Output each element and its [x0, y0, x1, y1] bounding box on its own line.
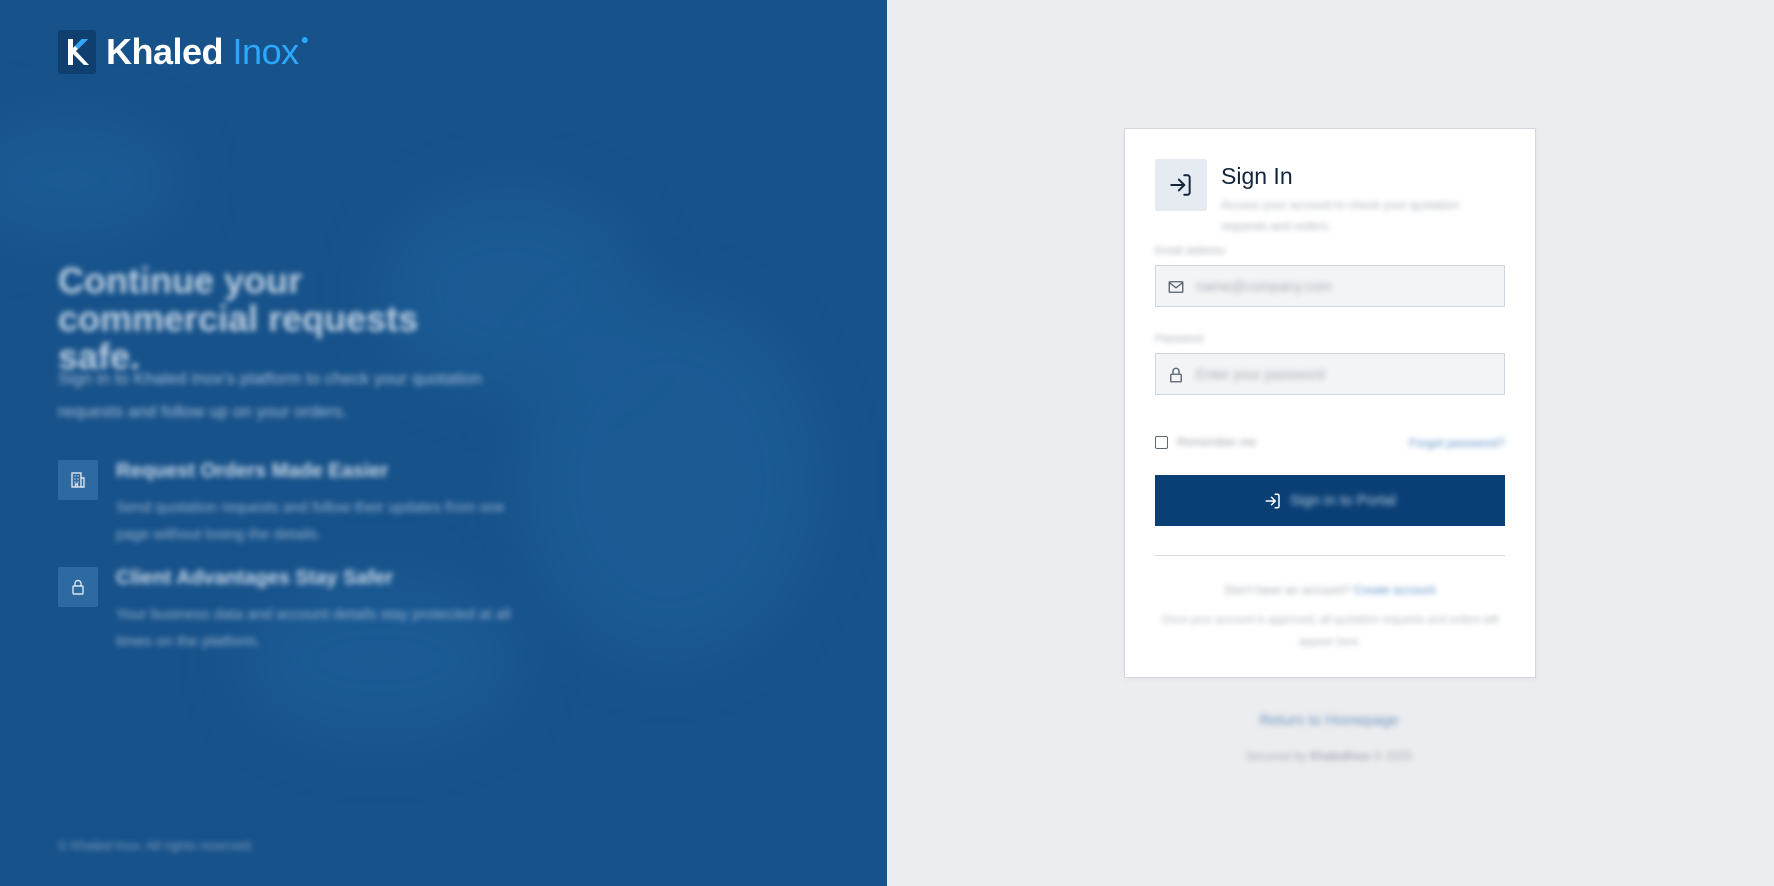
card-note: Once your account is approved, all quota… [1161, 614, 1499, 648]
create-account-link[interactable]: Create account [1354, 583, 1435, 597]
sign-in-card: Sign In Access your account to check you… [1124, 128, 1536, 678]
brand-logo[interactable]: Khaled Inox ● [58, 30, 309, 74]
no-account-label: Don't have an account? [1224, 583, 1351, 597]
brand-name-accent: Inox [232, 31, 300, 72]
remember-me[interactable]: Remember me [1155, 435, 1256, 449]
card-subtitle: Access your account to check your quotat… [1221, 198, 1460, 233]
email-label: Email address [1155, 245, 1225, 257]
copyright: © Khaled Inox. All rights reserved. [58, 838, 255, 853]
lock-icon [58, 567, 98, 607]
sign-in-icon [1264, 492, 1282, 510]
feature-description: Send quotation requests and follow their… [116, 499, 505, 543]
lock-icon [1166, 365, 1186, 385]
remember-label: Remember me [1177, 435, 1257, 449]
footer-suffix: © 2025 [1373, 749, 1413, 763]
no-account-text: Don't have an account? Create account [1125, 583, 1535, 597]
sign-in-button-label: Sign in to Portal [1290, 492, 1396, 509]
hero-headline: Continue your commercial requests safe. [58, 260, 419, 377]
password-field-wrapper [1155, 353, 1505, 395]
page-title: Sign In [1221, 163, 1293, 189]
mail-icon [1166, 277, 1186, 297]
forgot-password-link[interactable]: Forgot password? [1409, 436, 1505, 450]
footer: Secured by KhaledInox © 2025 [1124, 749, 1534, 763]
building-icon [58, 460, 98, 500]
brand-name: Khaled Inox ● [106, 31, 309, 72]
return-home-link[interactable]: Return to Homepage [1124, 712, 1534, 729]
sign-in-button[interactable]: Sign in to Portal [1155, 475, 1505, 526]
divider [1155, 555, 1505, 556]
remember-checkbox[interactable] [1155, 435, 1168, 449]
footer-brand: KhaledInox [1309, 749, 1370, 763]
feature-title: Request Orders Made Easier [116, 460, 389, 482]
brand-name-main: Khaled [106, 31, 224, 72]
feature-title: Client Advantages Stay Safer [116, 567, 394, 589]
password-label: Password [1155, 333, 1204, 345]
k-logo-icon [58, 30, 96, 74]
hero-description: Sign in to Khaled Inox's platform to che… [58, 369, 482, 421]
footer-prefix: Secured by [1245, 749, 1307, 763]
password-field[interactable] [1196, 354, 1496, 394]
sign-in-icon [1155, 159, 1207, 211]
feature-description: Your business data and account details s… [116, 606, 511, 650]
email-field-wrapper [1155, 265, 1505, 307]
brand-panel: Khaled Inox ● Continue your commercial re… [0, 0, 887, 886]
email-field[interactable] [1196, 266, 1496, 306]
